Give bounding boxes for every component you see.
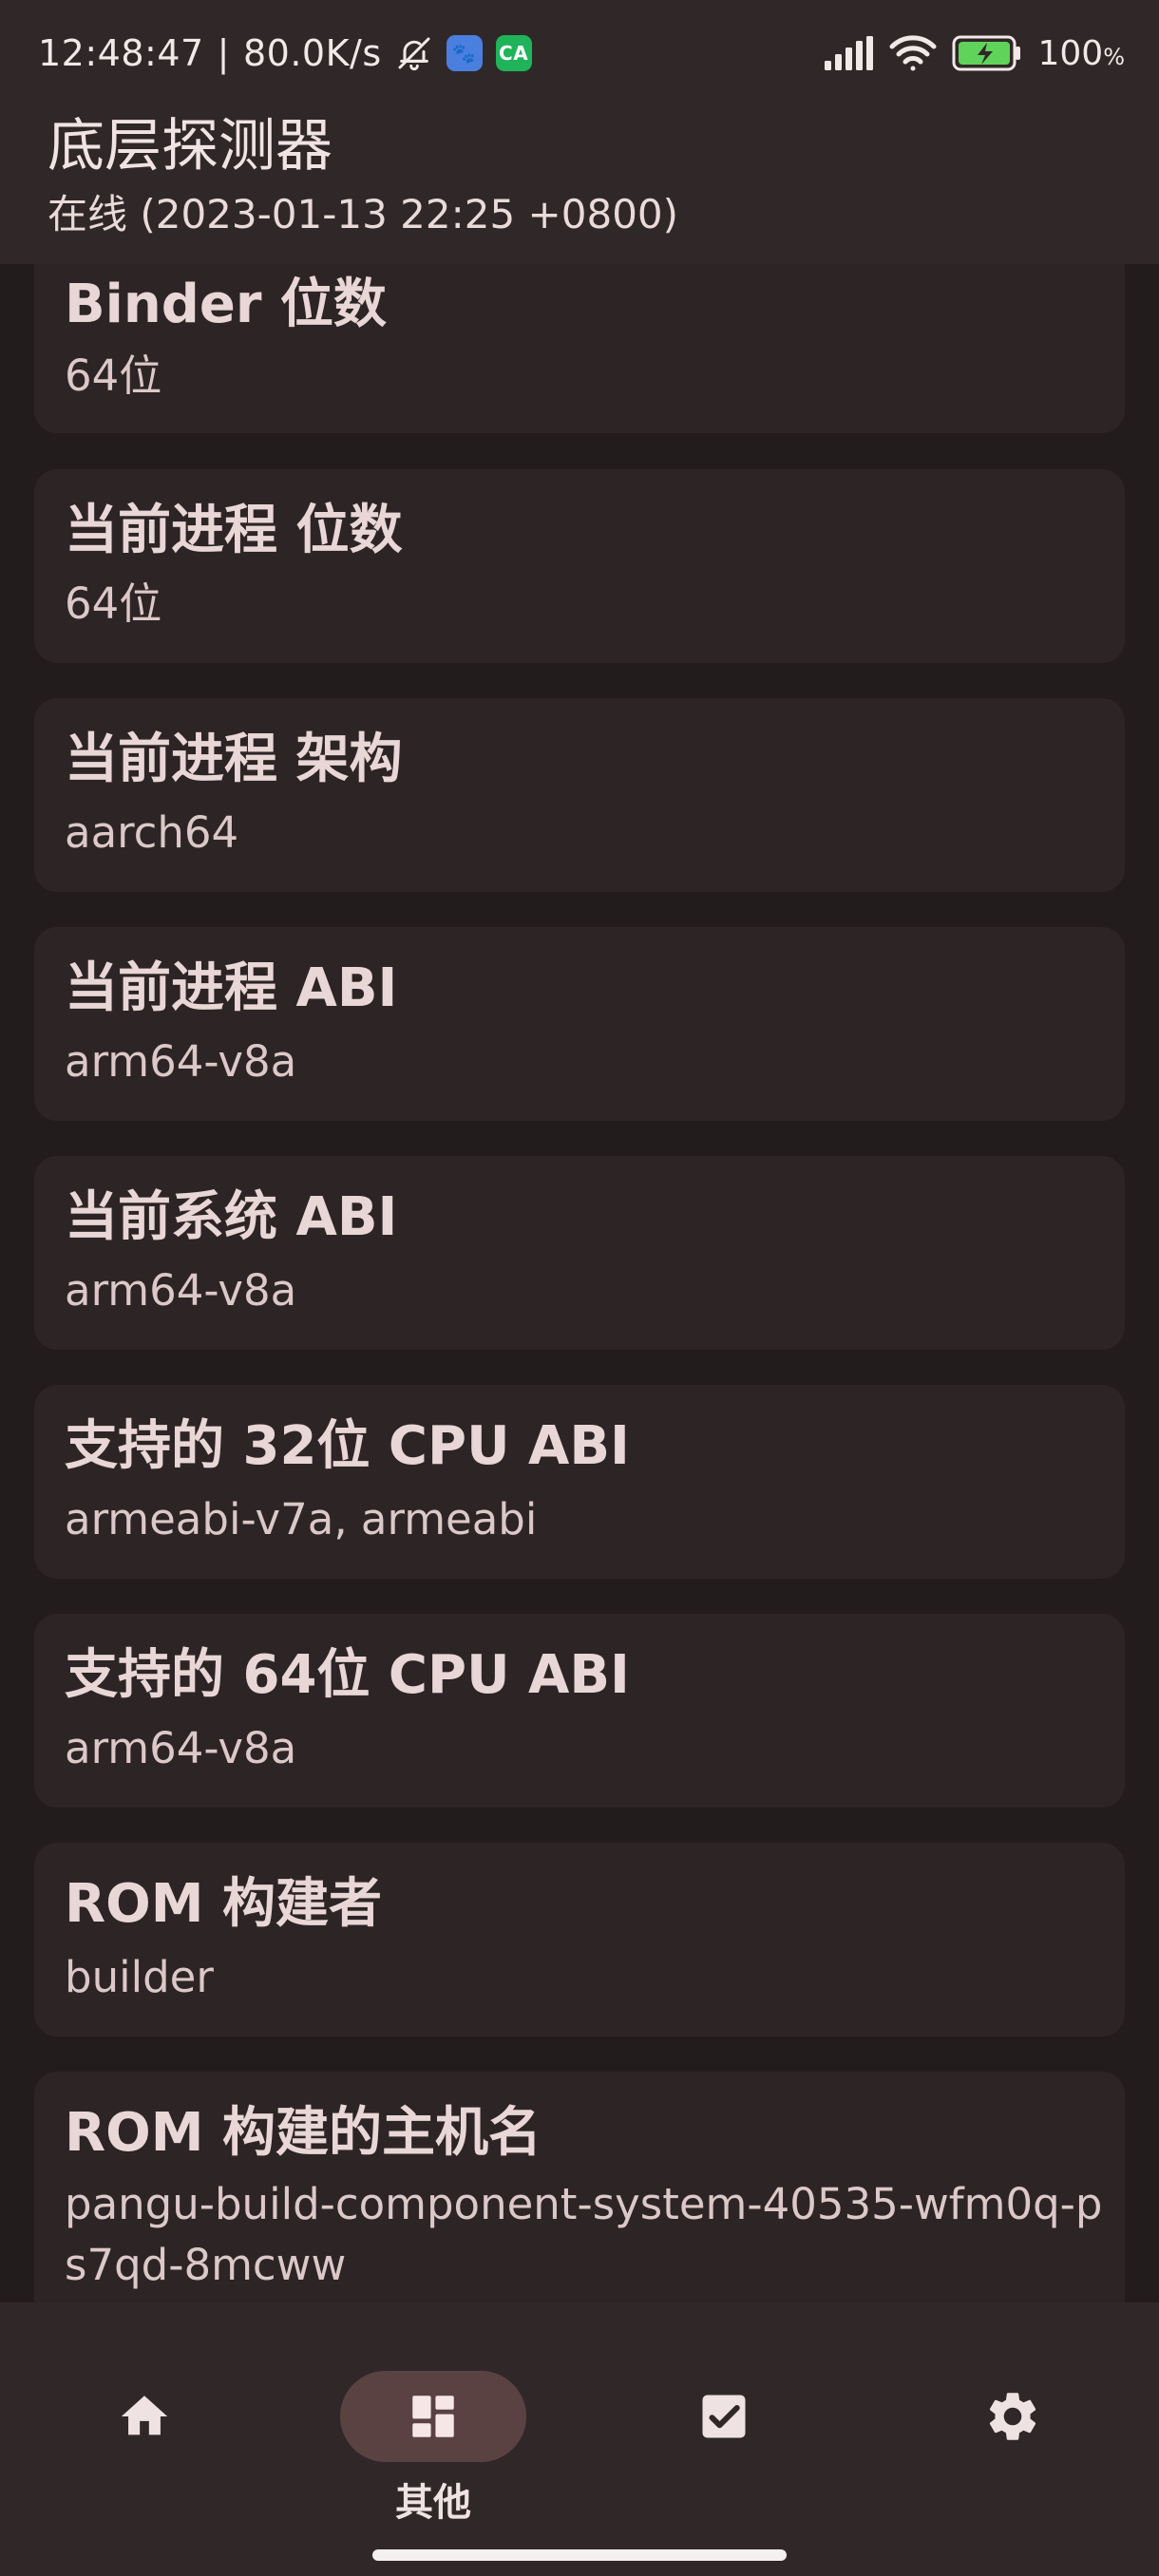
nav-label: 其他 (395, 2481, 471, 2525)
info-card-process-arch: 当前进程 架构 aarch64 (34, 698, 1125, 892)
info-card-64bit-abi: 支持的 64位 CPU ABI arm64-v8a (34, 1614, 1125, 1808)
nav-pill (920, 2371, 1106, 2462)
nav-pill (51, 2371, 238, 2462)
top-app-bar: 12:48:47 | 80.0K/s 🐾 CA 100% 底层探测器 在线 (2… (0, 0, 1159, 264)
card-value: builder (65, 1952, 214, 2002)
card-value: arm64-v8a (65, 1036, 297, 1087)
card-title: Binder 位数 (65, 274, 387, 335)
card-value: arm64-v8a (65, 1723, 297, 1773)
card-title: 支持的 32位 CPU ABI (65, 1415, 630, 1477)
page-subtitle: 在线 (2023-01-13 22:25 +0800) (48, 191, 679, 237)
nav-item-checklist[interactable] (619, 2337, 828, 2527)
info-card-process-bits: 当前进程 位数 64位 (34, 469, 1125, 663)
card-value: 64位 (65, 350, 162, 401)
status-left: 12:48:47 | 80.0K/s 🐾 CA (38, 27, 532, 80)
info-card-process-abi: 当前进程 ABI arm64-v8a (34, 927, 1125, 1121)
page-title: 底层探测器 (48, 113, 332, 180)
info-card-rom-builder: ROM 构建者 builder (34, 1843, 1125, 2036)
card-value: arm64-v8a (65, 1265, 297, 1316)
card-title: 当前进程 位数 (65, 500, 403, 561)
card-value: aarch64 (65, 807, 239, 858)
card-title: ROM 构建的主机名 (65, 2102, 542, 2164)
nav-item-home[interactable] (40, 2337, 249, 2527)
card-title: 当前进程 架构 (65, 729, 403, 790)
dashboard-icon (406, 2389, 461, 2444)
wifi-icon (889, 34, 937, 72)
home-icon (115, 2389, 174, 2444)
card-value: pangu-build-component-system-40535-wfm0q… (65, 2179, 1103, 2290)
info-card-32bit-abi: 支持的 32位 CPU ABI armeabi-v7a, armeabi (34, 1385, 1125, 1579)
nav-item-other[interactable]: 其他 (329, 2337, 538, 2527)
net-speed: 80.0K/s (242, 32, 382, 74)
info-list[interactable]: Binder 位数 64位 当前进程 位数 64位 当前进程 架构 aarch6… (0, 0, 1159, 2576)
nav-pill (631, 2371, 817, 2462)
status-bar: 12:48:47 | 80.0K/s 🐾 CA 100% (0, 0, 1159, 106)
card-title: 当前进程 ABI (65, 957, 398, 1019)
clock: 12:48:47 (38, 32, 204, 74)
bottom-navigation: 其他 (0, 2302, 1159, 2576)
card-value: armeabi-v7a, armeabi (65, 1494, 538, 1544)
battery-percent: 100% (1037, 33, 1125, 73)
notification-app-icon: CA (495, 35, 532, 71)
separator: | (217, 32, 230, 74)
card-title: 支持的 64位 CPU ABI (65, 1644, 630, 1706)
card-title: 当前系统 ABI (65, 1186, 398, 1248)
status-right: 100% (825, 27, 1125, 80)
card-title: ROM 构建者 (65, 1873, 382, 1935)
nav-pill-active (340, 2371, 526, 2462)
notification-app-icon: 🐾 (446, 35, 483, 71)
bell-off-icon (395, 32, 433, 74)
home-indicator[interactable] (372, 2549, 787, 2561)
signal-icon (825, 36, 874, 70)
gear-icon (983, 2387, 1042, 2446)
card-value: 64位 (65, 578, 162, 629)
battery-icon (952, 35, 1022, 71)
info-card-system-abi: 当前系统 ABI arm64-v8a (34, 1156, 1125, 1350)
nav-item-settings[interactable] (908, 2337, 1117, 2527)
checkbox-icon (695, 2388, 752, 2445)
